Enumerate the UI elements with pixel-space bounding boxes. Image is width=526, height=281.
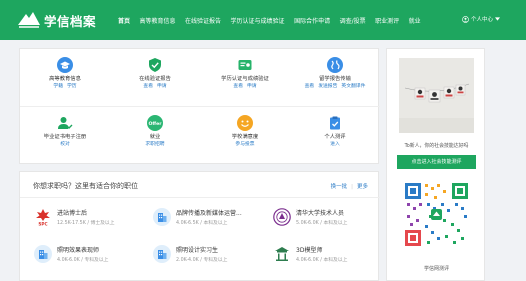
qr-code-image — [403, 181, 470, 248]
side-promo-panel: To新人，你的社会技能达好吗 点击进入社会技能测评 学信网测评 — [386, 48, 485, 281]
logo-text: 学信档案 — [44, 13, 97, 29]
user-icon — [462, 15, 469, 23]
nav-certification[interactable]: 学历认证与成绩验证 — [231, 16, 285, 25]
top-nav-bar: 学信档案 首页 高等教育信息 在线验证报告 学历认证与成绩验证 国际合作申请 调… — [0, 0, 526, 40]
job-title: 照明设计实习生 — [176, 247, 219, 254]
globe-icon — [327, 57, 343, 73]
service-title: 留学报告传输 — [319, 76, 351, 82]
service-online-report[interactable]: 在线验证报告 查看 申请 — [110, 49, 200, 107]
logo-mark-icon — [18, 12, 40, 28]
job-salary-education: 4.0K-6.0K / 专科及以上 — [57, 258, 109, 263]
service-diploma-registration[interactable]: 毕业证书电子注册 校对 — [20, 107, 110, 165]
job-title: 照明效果表现师 — [57, 247, 100, 254]
job-item[interactable]: 照明效果表现师 4.0K-6.0K / 专科及以上 — [34, 243, 149, 267]
building-icon — [153, 245, 171, 263]
pavilion-logo — [273, 245, 291, 263]
refresh-jobs-link[interactable]: 换一批 — [331, 184, 348, 190]
service-title: 学校满意度 — [231, 134, 259, 140]
promo-caption: To新人，你的社会技能达好吗 — [404, 143, 469, 149]
service-link-view[interactable]: 查看 — [305, 84, 315, 89]
job-item[interactable]: 品牌传播及新媒体运营... 4.0K-6.5K / 本科及以上 — [153, 206, 268, 230]
actions-separator: | — [351, 184, 353, 190]
service-link-english-translation[interactable]: 英文翻译件 — [341, 84, 365, 89]
service-link-view[interactable]: 查看 — [233, 84, 243, 89]
job-title: 品牌传播及新媒体运营... — [176, 210, 242, 217]
service-title: 高等教育信息 — [49, 76, 81, 82]
job-salary-education: 4.0K-6.0K / 本科及以上 — [296, 258, 348, 263]
svg-text:SPC: SPC — [38, 222, 47, 227]
services-panel: 高等教育信息 学籍 学历 在线验证报告 查看 申请 学历认证与成绩验证 查看 申请 留… — [19, 48, 380, 165]
service-title: 个人测评 — [324, 134, 346, 140]
service-link-xueli[interactable]: 学历 — [67, 84, 77, 89]
tsinghua-logo — [273, 208, 291, 226]
service-title: 就业 — [149, 134, 161, 140]
job-item[interactable]: 3D模型师 4.0K-6.0K / 本科及以上 — [273, 243, 388, 267]
service-title: 毕业证书电子注册 — [43, 134, 87, 140]
job-salary-education: 4.0K-6.5K / 本科及以上 — [176, 221, 228, 226]
job-recommendations-panel: 你想求职吗？这里有适合你的职位 换一批 | 更多 SPC 进站博士后 12.5K-1… — [19, 171, 380, 281]
offer-icon: Offer — [147, 115, 163, 131]
qr-caption: 学信网测评 — [423, 266, 449, 272]
service-study-abroad-report[interactable]: 留学报告传输 查看 发送报告 英文翻译件 — [290, 49, 380, 107]
nav-higher-education[interactable]: 高等教育信息 — [140, 16, 176, 25]
building-icon — [153, 208, 171, 226]
spc-logo: SPC — [34, 208, 52, 226]
job-salary-education: 2.0K-4.0K / 专科及以上 — [176, 258, 228, 263]
service-link-proofread[interactable]: 校对 — [60, 142, 70, 147]
nav-career-test[interactable]: 职业测评 — [375, 16, 399, 25]
service-personal-assessment[interactable]: 个人测评 进入 — [290, 107, 380, 165]
social-skill-test-button[interactable]: 点击进入社会技能测评 — [397, 155, 476, 169]
service-link-job-search[interactable]: 求职招聘 — [145, 142, 164, 147]
job-item[interactable]: SPC 进站博士后 12.5K-17.5K / 博士及以上 — [34, 206, 149, 230]
job-title: 进站博士后 — [57, 210, 88, 217]
job-item[interactable]: 清华大学技术人员 5.0K-6.0K / 本科及以上 — [273, 206, 388, 230]
clipboard-icon — [327, 115, 343, 131]
service-certification[interactable]: 学历认证与成绩验证 查看 申请 — [200, 49, 290, 107]
service-link-apply[interactable]: 申请 — [247, 84, 257, 89]
service-link-enter[interactable]: 进入 — [330, 142, 340, 147]
user-check-icon — [57, 115, 73, 131]
nav-home[interactable]: 首页 — [118, 16, 130, 25]
user-center-menu[interactable]: 个人中心 — [462, 15, 500, 23]
job-salary-education: 12.5K-17.5K / 博士及以上 — [57, 221, 115, 226]
job-title: 清华大学技术人员 — [296, 210, 345, 217]
service-link-vote[interactable]: 参与投票 — [235, 142, 254, 147]
service-link-xueji[interactable]: 学籍 — [53, 84, 63, 89]
jobs-panel-title: 你想求职吗？这里有适合你的职位 — [33, 182, 138, 190]
shield-check-icon — [147, 57, 163, 73]
nav-employment[interactable]: 就业 — [409, 16, 421, 25]
service-higher-education[interactable]: 高等教育信息 学籍 学历 — [20, 49, 110, 107]
service-link-apply[interactable]: 申请 — [157, 84, 167, 89]
main-nav: 首页 高等教育信息 在线验证报告 学历认证与成绩验证 国际合作申请 调查/投票 … — [118, 0, 430, 40]
service-title: 学历认证与成绩验证 — [221, 76, 269, 82]
nav-online-report[interactable]: 在线验证报告 — [185, 16, 221, 25]
smile-icon — [237, 115, 253, 131]
service-school-satisfaction[interactable]: 学校满意度 参与投票 — [200, 107, 290, 165]
chevron-down-icon — [495, 17, 500, 21]
jobs-header-divider — [20, 197, 380, 198]
nav-survey[interactable]: 调查/投票 — [340, 16, 366, 25]
building-icon — [34, 245, 52, 263]
nav-international[interactable]: 国际合作申请 — [294, 16, 330, 25]
svg-text:Offer: Offer — [148, 121, 162, 127]
site-logo[interactable]: 学信档案 — [17, 10, 96, 30]
job-title: 3D模型师 — [296, 247, 323, 254]
service-employment[interactable]: Offer 就业 求职招聘 — [110, 107, 200, 165]
graduate-icon — [57, 57, 73, 73]
service-link-view[interactable]: 查看 — [143, 84, 153, 89]
service-title: 在线验证报告 — [139, 76, 171, 82]
job-item[interactable]: 照明设计实习生 2.0K-4.0K / 专科及以上 — [153, 243, 268, 267]
user-center-label: 个人中心 — [470, 17, 493, 23]
certificate-icon — [237, 57, 253, 73]
job-salary-education: 5.0K-6.0K / 本科及以上 — [296, 221, 348, 226]
more-jobs-link[interactable]: 更多 — [357, 184, 368, 190]
promo-photo[interactable] — [399, 58, 474, 133]
service-link-send-report[interactable]: 发送报告 — [318, 84, 337, 89]
